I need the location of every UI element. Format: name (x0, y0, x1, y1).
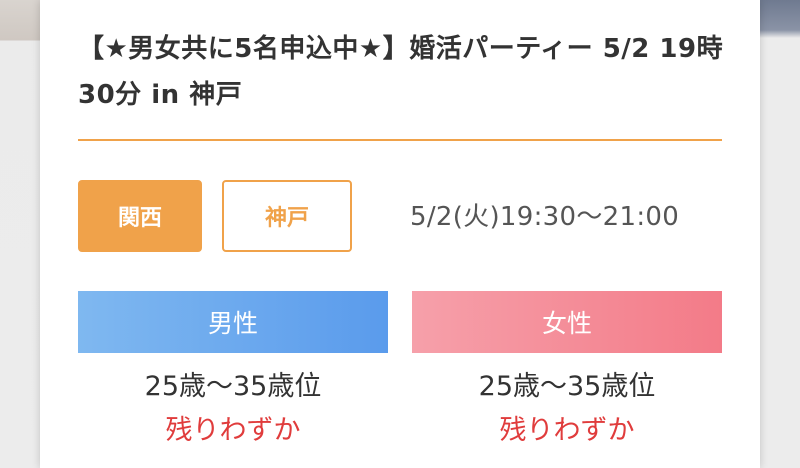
city-tag-kobe[interactable]: 神戸 (222, 180, 352, 252)
male-availability: 残りわずか (165, 415, 301, 446)
event-datetime: 5/2(火)19:30〜21:00 (410, 202, 680, 232)
event-title[interactable]: 【★男女共に5名申込中★】婚活パーティー 5/2 19時30分 in 神戸 (78, 26, 728, 118)
background-right (760, 0, 800, 468)
title-divider (78, 139, 722, 141)
background-left (0, 0, 40, 468)
male-header: 男性 (78, 291, 388, 353)
female-availability: 残りわずか (499, 415, 635, 446)
region-tag-kansai[interactable]: 関西 (78, 180, 202, 252)
female-column: 女性 25歳〜35歳位 残りわずか (412, 291, 722, 449)
male-age-range: 25歳〜35歳位 (144, 371, 322, 402)
female-header: 女性 (412, 291, 722, 353)
event-card: 【★男女共に5名申込中★】婚活パーティー 5/2 19時30分 in 神戸 関西… (40, 0, 760, 468)
female-age-range: 25歳〜35歳位 (478, 371, 656, 402)
male-column: 男性 25歳〜35歳位 残りわずか (78, 291, 388, 449)
